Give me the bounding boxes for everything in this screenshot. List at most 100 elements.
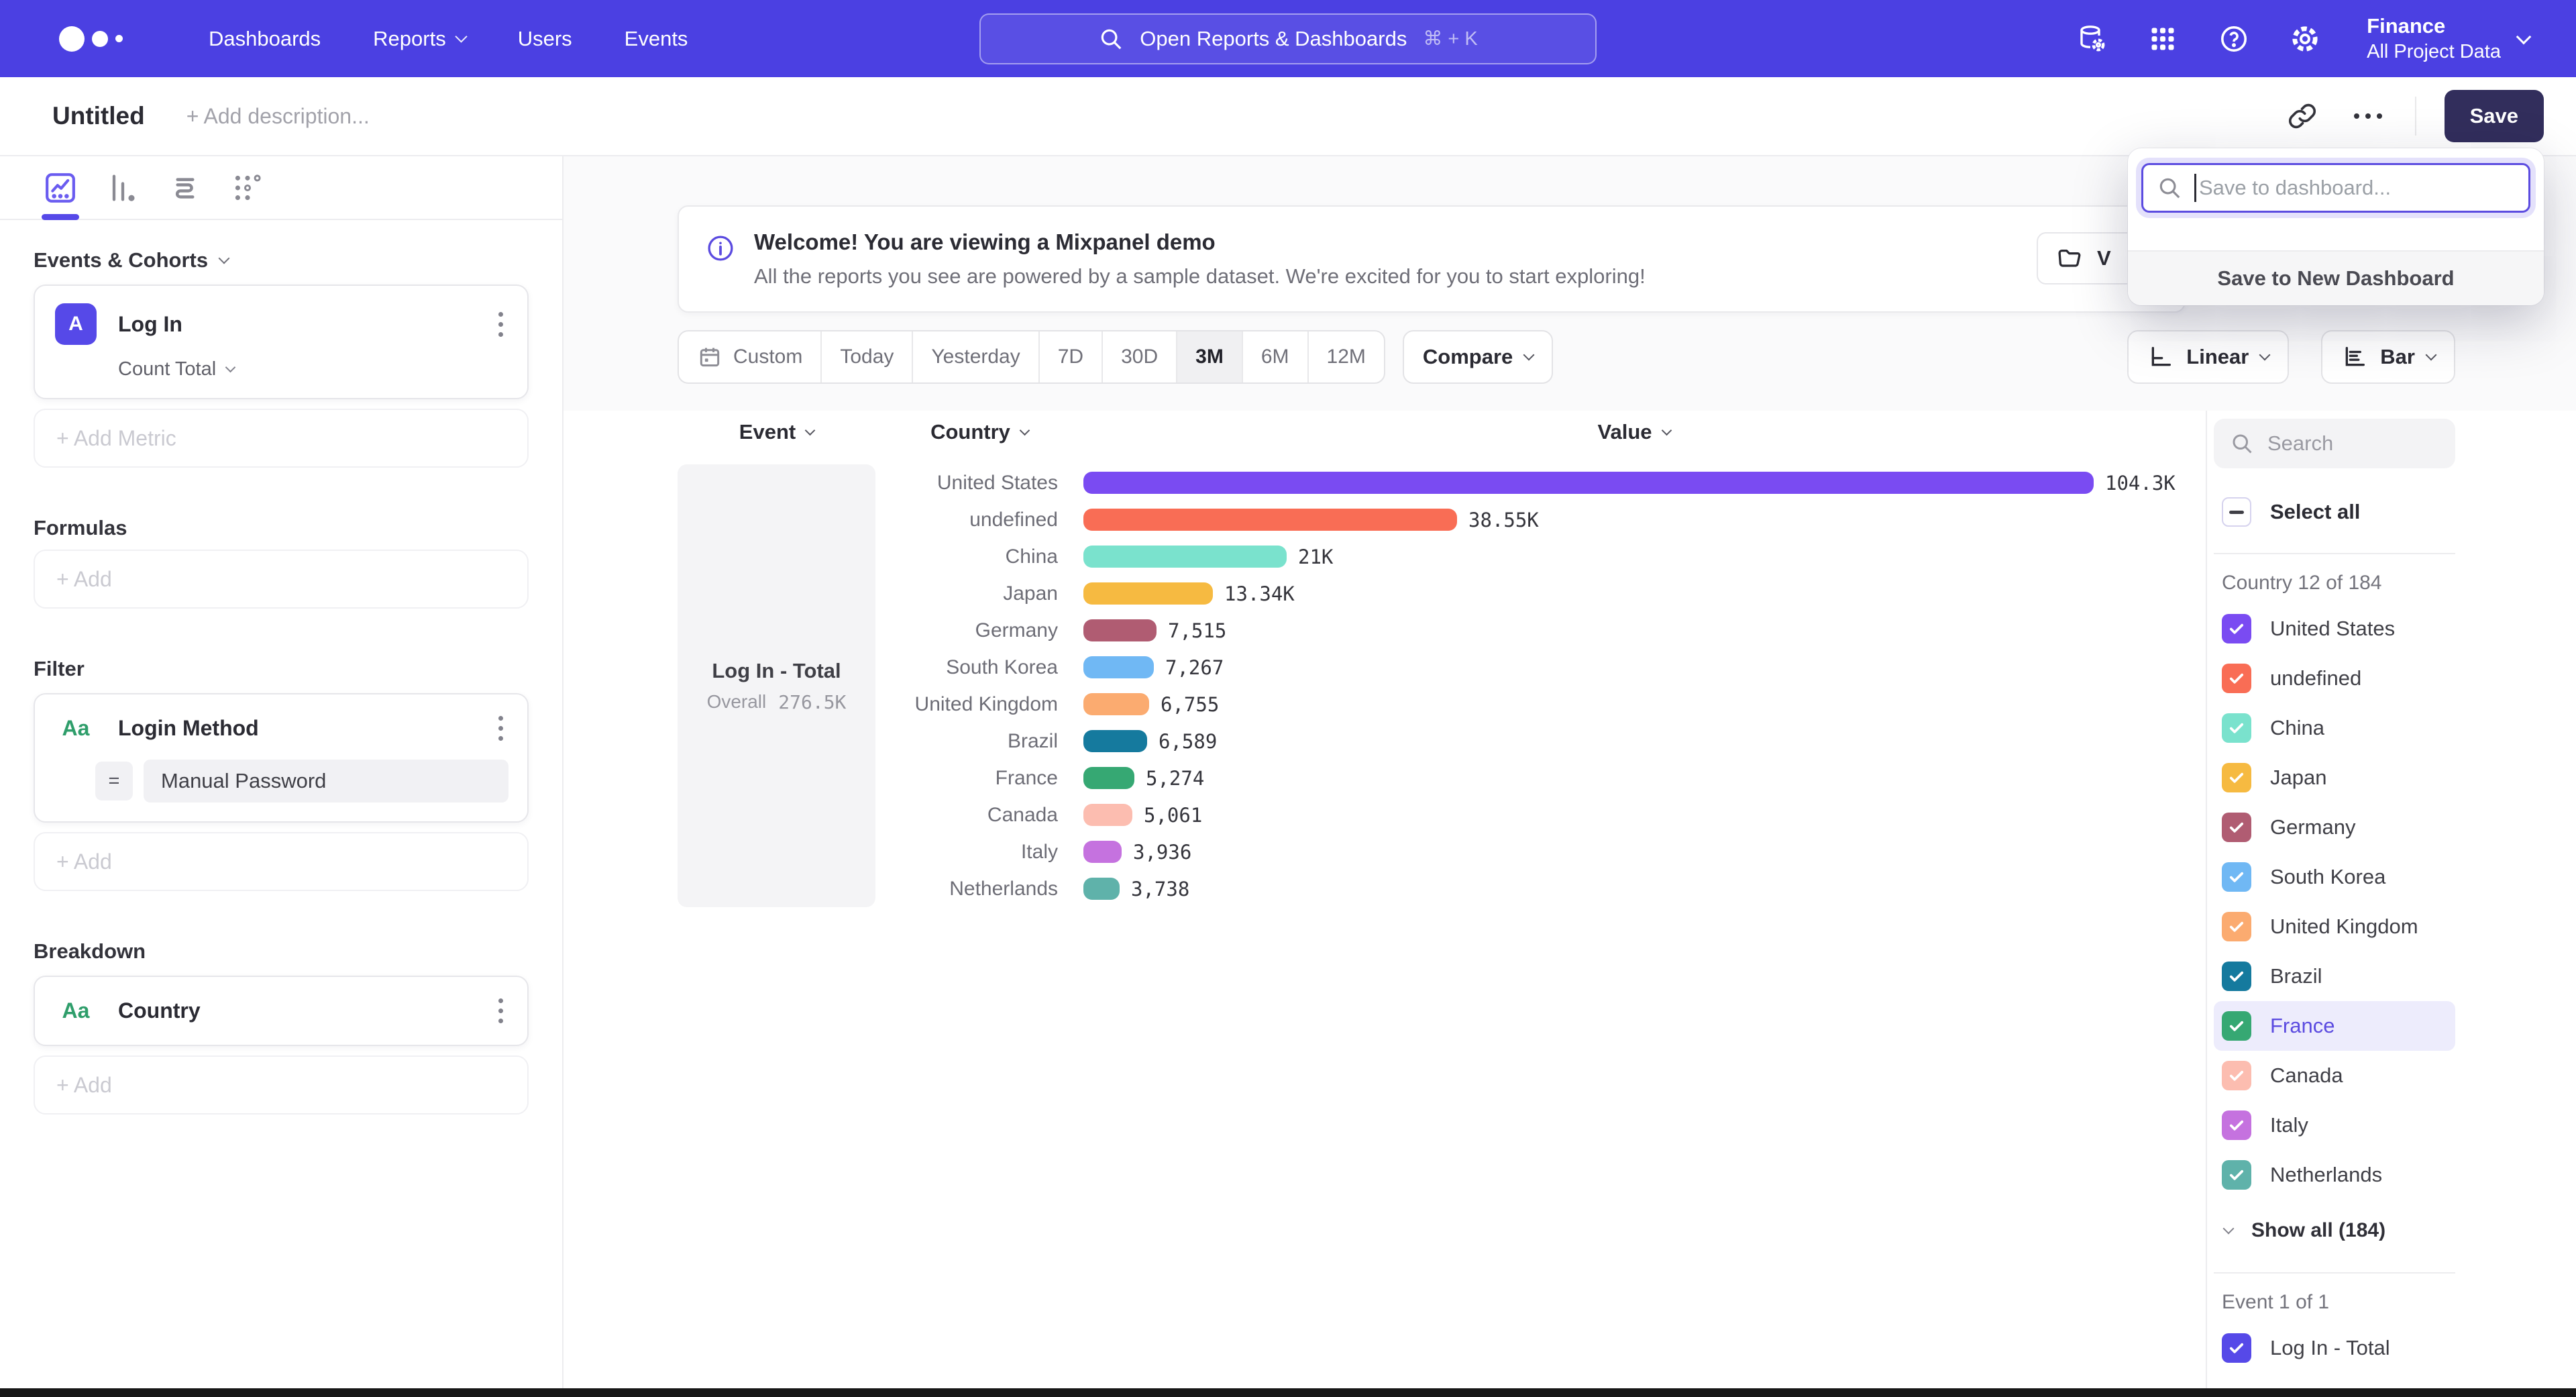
select-all-checkbox-row[interactable]: Select all	[2214, 487, 2455, 537]
apps-grid-icon[interactable]	[2145, 21, 2180, 56]
divider	[2214, 1272, 2455, 1274]
column-header-value[interactable]: Value	[1083, 420, 2184, 444]
indeterminate-checkbox[interactable]	[2222, 497, 2251, 527]
bar-row: Italy 3,936	[875, 833, 2184, 870]
checked-checkbox[interactable]	[2222, 713, 2251, 743]
breakdown-card-country[interactable]: Aa Country	[34, 976, 529, 1046]
legend-country-brazil[interactable]: Brazil	[2214, 951, 2455, 1001]
legend-country-undefined[interactable]: undefined	[2214, 654, 2455, 703]
chart-type-button[interactable]: Bar	[2321, 330, 2455, 384]
add-filter-button[interactable]: + Add	[34, 832, 529, 891]
legend-country-italy[interactable]: Italy	[2214, 1100, 2455, 1150]
save-button[interactable]: Save	[2445, 90, 2544, 142]
checked-checkbox[interactable]	[2222, 763, 2251, 792]
bar[interactable]	[1083, 841, 1122, 863]
copy-link-icon[interactable]	[2284, 97, 2321, 135]
date-range-30d[interactable]: 30D	[1102, 331, 1176, 382]
filter-value-input[interactable]: Manual Password	[144, 760, 508, 803]
legend-country-united-kingdom[interactable]: United Kingdom	[2214, 902, 2455, 951]
events-cohorts-header[interactable]: Events & Cohorts	[34, 248, 529, 272]
checked-checkbox[interactable]	[2222, 1061, 2251, 1090]
legend-country-united-states[interactable]: United States	[2214, 604, 2455, 654]
column-header-country[interactable]: Country	[875, 420, 1083, 444]
date-range-custom[interactable]: Custom	[679, 331, 820, 382]
kebab-menu-icon[interactable]	[494, 994, 507, 1027]
bar[interactable]	[1083, 546, 1287, 568]
checked-checkbox[interactable]	[2222, 813, 2251, 842]
bar[interactable]	[1083, 693, 1149, 715]
show-all-button[interactable]: Show all (184)	[2214, 1205, 2455, 1256]
tab-flows[interactable]	[166, 169, 204, 207]
nav-item-users[interactable]: Users	[518, 27, 572, 51]
legend-search-input[interactable]: Search	[2214, 419, 2455, 468]
checked-checkbox[interactable]	[2222, 614, 2251, 643]
kebab-menu-icon[interactable]	[494, 308, 507, 341]
mixpanel-logo-icon[interactable]	[59, 26, 123, 52]
bar-category-label: United Kingdom	[875, 693, 1083, 716]
nav-item-dashboards[interactable]: Dashboards	[209, 27, 321, 51]
checked-checkbox[interactable]	[2222, 912, 2251, 941]
date-range-7d[interactable]: 7D	[1038, 331, 1102, 382]
project-switcher[interactable]: Finance All Project Data	[2367, 13, 2529, 64]
bar[interactable]	[1083, 619, 1157, 641]
checked-checkbox[interactable]	[2222, 1011, 2251, 1041]
aggregation-selector[interactable]: Count Total	[118, 358, 527, 380]
bar[interactable]	[1083, 472, 2094, 494]
add-description-field[interactable]: + Add description...	[186, 104, 370, 129]
checked-checkbox[interactable]	[2222, 862, 2251, 892]
event-total-cell[interactable]: Log In - Total Overall 276.5K	[678, 464, 875, 907]
compare-button[interactable]: Compare	[1403, 330, 1553, 384]
column-header-event[interactable]: Event	[678, 420, 875, 444]
metric-card-log-in[interactable]: A Log In Count Total	[34, 284, 529, 399]
help-icon[interactable]	[2216, 21, 2251, 56]
save-to-dashboard-input[interactable]: Save to dashboard...	[2141, 163, 2530, 213]
date-range-3m[interactable]: 3M	[1176, 331, 1242, 382]
kebab-menu-icon[interactable]	[494, 712, 507, 745]
chevron-down-icon	[1523, 350, 1535, 361]
legend-country-china[interactable]: China	[2214, 703, 2455, 753]
legend-country-germany[interactable]: Germany	[2214, 803, 2455, 852]
bar[interactable]	[1083, 804, 1132, 826]
banner-title: Welcome! You are viewing a Mixpanel demo	[754, 229, 1646, 255]
bar-row: United Kingdom 6,755	[875, 686, 2184, 723]
legend-country-france[interactable]: France	[2214, 1001, 2455, 1051]
settings-gear-icon[interactable]	[2288, 21, 2322, 56]
date-range-yesterday[interactable]: Yesterday	[912, 331, 1038, 382]
filter-card-login-method[interactable]: Aa Login Method = Manual Password	[34, 693, 529, 823]
save-input-placeholder: Save to dashboard...	[2199, 176, 2391, 200]
checked-checkbox[interactable]	[2222, 1333, 2251, 1363]
tab-insights[interactable]	[42, 169, 79, 207]
filter-operator[interactable]: =	[95, 762, 133, 800]
add-metric-button[interactable]: + Add Metric	[34, 409, 529, 468]
bar[interactable]	[1083, 582, 1213, 605]
bar[interactable]	[1083, 730, 1147, 752]
report-title[interactable]: Untitled	[52, 102, 145, 130]
checked-checkbox[interactable]	[2222, 1160, 2251, 1190]
save-to-new-dashboard-button[interactable]: Save to New Dashboard	[2128, 250, 2544, 305]
checked-checkbox[interactable]	[2222, 1110, 2251, 1140]
global-search-button[interactable]: Open Reports & Dashboards ⌘ + K	[979, 13, 1597, 64]
bar[interactable]	[1083, 878, 1120, 900]
date-range-12m[interactable]: 12M	[1307, 331, 1384, 382]
date-range-6m[interactable]: 6M	[1242, 331, 1307, 382]
legend-country-japan[interactable]: Japan	[2214, 753, 2455, 803]
bar[interactable]	[1083, 509, 1457, 531]
legend-country-canada[interactable]: Canada	[2214, 1051, 2455, 1100]
legend-event-item[interactable]: Log In - Total	[2214, 1323, 2455, 1373]
legend-country-south-korea[interactable]: South Korea	[2214, 852, 2455, 902]
more-options-icon[interactable]	[2349, 97, 2387, 135]
scale-selector-button[interactable]: Linear	[2127, 330, 2289, 384]
nav-item-events[interactable]: Events	[625, 27, 688, 51]
add-formula-button[interactable]: + Add	[34, 550, 529, 609]
data-management-icon[interactable]	[2074, 21, 2109, 56]
bar[interactable]	[1083, 767, 1134, 789]
add-breakdown-button[interactable]: + Add	[34, 1055, 529, 1115]
checked-checkbox[interactable]	[2222, 664, 2251, 693]
tab-retention[interactable]	[229, 169, 266, 207]
checked-checkbox[interactable]	[2222, 962, 2251, 991]
nav-item-reports[interactable]: Reports	[373, 27, 466, 51]
date-range-today[interactable]: Today	[820, 331, 912, 382]
tab-funnels[interactable]	[104, 169, 142, 207]
bar[interactable]	[1083, 656, 1154, 678]
legend-country-netherlands[interactable]: Netherlands	[2214, 1150, 2455, 1200]
